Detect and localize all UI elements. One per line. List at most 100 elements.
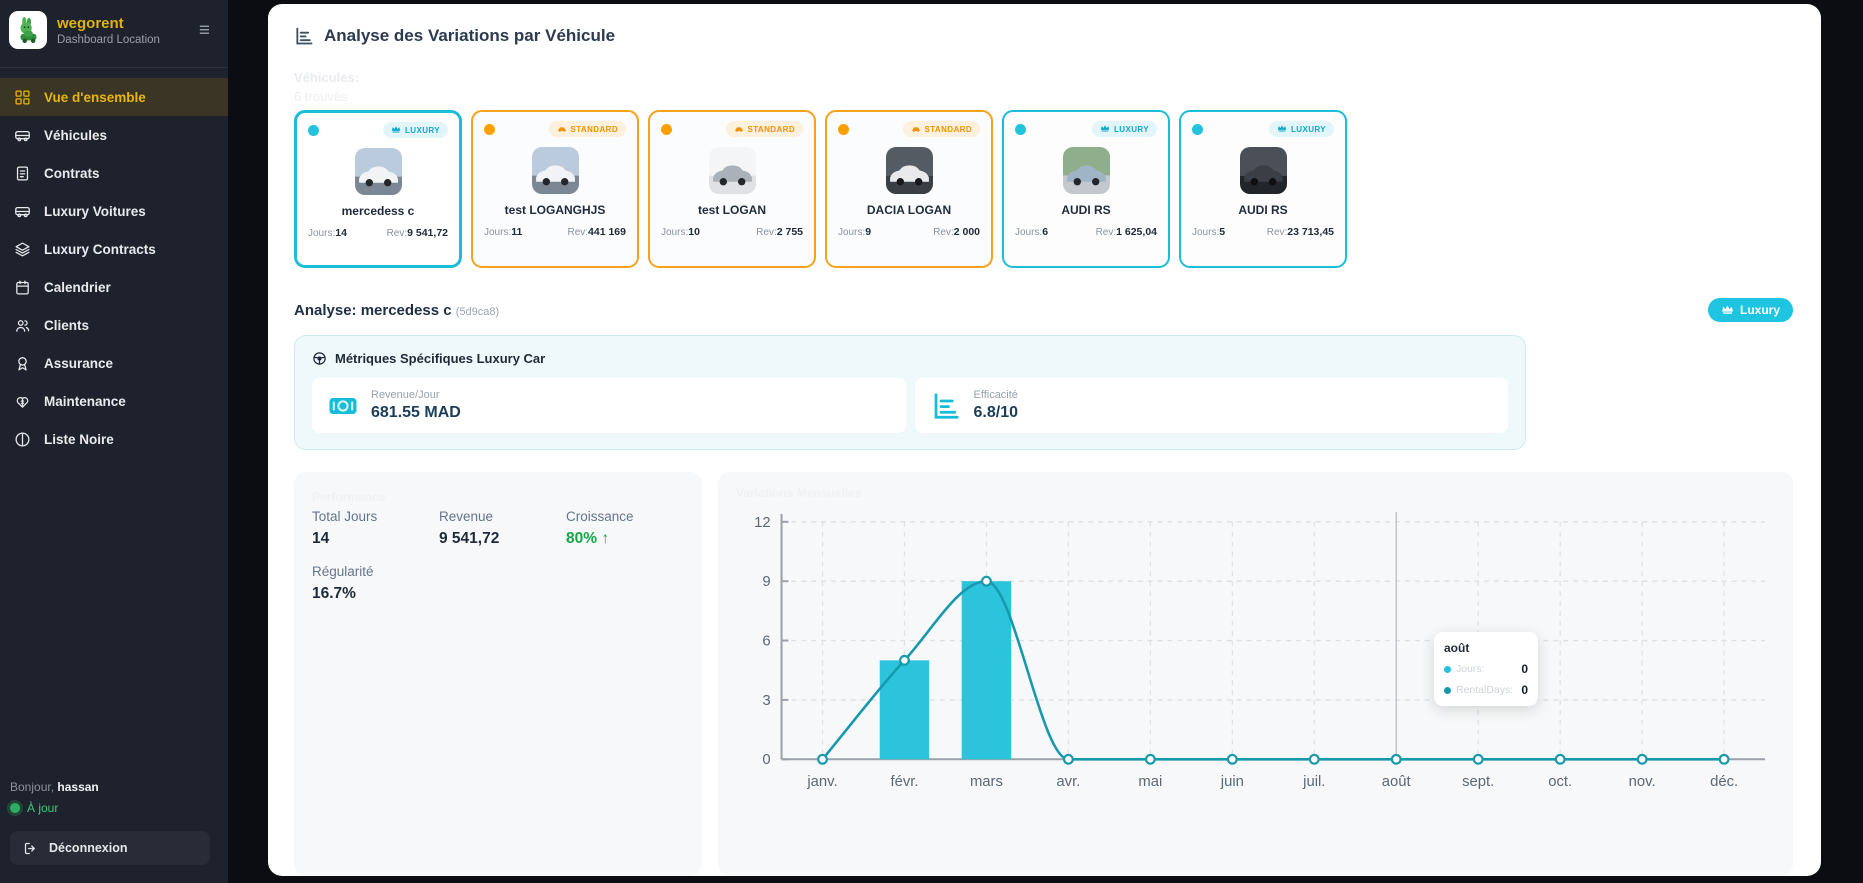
- x-tick-label: nov.: [1629, 774, 1656, 790]
- vehicle-image: [355, 148, 402, 195]
- vehicles-label: Véhicules:: [294, 70, 1793, 85]
- svg-text:12: 12: [754, 515, 771, 531]
- crown-icon: [1277, 124, 1287, 134]
- chart-point: [1228, 755, 1237, 764]
- variations-chart-panel: Variations Mensuelles 036912janv.févr.ma…: [718, 472, 1793, 876]
- vehicle-card[interactable]: STANDARD DACIA LOGAN Jours:9 Rev:2 000: [825, 110, 993, 268]
- vehicle-image: [532, 147, 579, 194]
- vehicle-card[interactable]: LUXURY AUDI RS Jours:5 Rev:23 713,45: [1179, 110, 1347, 268]
- status-dot-icon: [1192, 124, 1203, 135]
- performance-stat: Total Jours14: [312, 509, 439, 548]
- brand-name: wegorent: [57, 15, 183, 32]
- tooltip-month: août: [1444, 641, 1528, 655]
- sidebar-item-maintenance[interactable]: Maintenance: [0, 382, 228, 420]
- chart-point: [982, 577, 991, 586]
- chart-point: [1392, 755, 1401, 764]
- vehicle-image: [886, 147, 933, 194]
- chart-tooltip: août Jours: 0 RentalDays: 0: [1434, 632, 1538, 706]
- vehicle-stats: Jours:9 Rev:2 000: [838, 226, 980, 238]
- sidebar-item-calendrier[interactable]: Calendrier: [0, 268, 228, 306]
- sidebar-item-luxury-contracts[interactable]: Luxury Contracts: [0, 230, 228, 268]
- metrics-title: Métriques Spécifiques Luxury Car: [335, 351, 545, 366]
- sidebar-item-label: Maintenance: [44, 394, 126, 409]
- vehicle-photo: [532, 147, 579, 194]
- status-dot-icon: [1015, 124, 1026, 135]
- sync-status-icon: [10, 803, 20, 813]
- chart-point: [1556, 755, 1565, 764]
- analysis-title: Analyse: mercedess c (5d9ca8): [294, 302, 499, 319]
- vehicle-photo: [1063, 147, 1110, 194]
- status-dot-icon: [661, 124, 672, 135]
- divider: [0, 67, 228, 68]
- vehicle-name: DACIA LOGAN: [838, 203, 980, 217]
- metric-label: Efficacité: [974, 389, 1018, 401]
- chart-point: [1310, 755, 1319, 764]
- vehicle-cards-row: LUXURY mercedess c Jours:14 Rev:9 541,72: [294, 110, 1793, 268]
- chart-point: [1064, 755, 1073, 764]
- vehicle-name: test LOGANGHJS: [484, 203, 626, 217]
- series-dot-icon: [1444, 687, 1451, 694]
- vehicle-photo: [355, 148, 402, 195]
- sidebar-item-contrats[interactable]: Contrats: [0, 154, 228, 192]
- series-dot-icon: [1444, 666, 1451, 673]
- metric-card-revenue: Revenue/Jour 681.55 MAD: [312, 378, 906, 433]
- vehicle-image: [1063, 147, 1110, 194]
- tier-badge: STANDARD: [903, 121, 981, 137]
- luxury-badge: Luxury: [1708, 298, 1793, 322]
- vehicle-card[interactable]: LUXURY mercedess c Jours:14 Rev:9 541,72: [294, 110, 462, 268]
- car-icon: [734, 124, 744, 134]
- sidebar-item-label: Liste Noire: [44, 432, 114, 447]
- sidebar-item-label: Luxury Contracts: [44, 242, 156, 257]
- sidebar-item-liste-noire[interactable]: Liste Noire: [0, 420, 228, 458]
- sidebar-item-assurance[interactable]: Assurance: [0, 344, 228, 382]
- vehicle-photo: [886, 147, 933, 194]
- vehicle-card[interactable]: LUXURY AUDI RS Jours:6 Rev:1 625,04: [1002, 110, 1170, 268]
- grid-icon: [14, 89, 31, 106]
- chart-point: [1638, 755, 1647, 764]
- vehicle-stats: Jours:11 Rev:441 169: [484, 226, 626, 238]
- tier-badge: STANDARD: [549, 121, 627, 137]
- money-icon: [328, 391, 358, 421]
- contract-icon: [14, 165, 31, 182]
- chart-point: [818, 755, 827, 764]
- stat-value: 9 541,72: [439, 530, 566, 548]
- svg-text:6: 6: [762, 633, 770, 649]
- sidebar-item-clients[interactable]: Clients: [0, 306, 228, 344]
- sidebar-footer: Bonjour, hassan À jour Déconnexion: [0, 768, 228, 883]
- car-icon: [557, 124, 567, 134]
- tooltip-label: Jours:: [1456, 663, 1516, 675]
- vehicle-stats: Jours:10 Rev:2 755: [661, 226, 803, 238]
- sidebar-item-label: Clients: [44, 318, 89, 333]
- x-tick-label: mars: [970, 774, 1003, 790]
- page-title: Analyse des Variations par Véhicule: [324, 26, 615, 46]
- sidebar-item-v-hicules[interactable]: Véhicules: [0, 116, 228, 154]
- vehicle-card[interactable]: STANDARD test LOGAN Jours:10 Rev:2 755: [648, 110, 816, 268]
- chart-point: [1146, 755, 1155, 764]
- stat-value: 80% ↑: [566, 530, 684, 548]
- logout-button[interactable]: Déconnexion: [10, 831, 210, 865]
- sidebar-item-luxury-voitures[interactable]: Luxury Voitures: [0, 192, 228, 230]
- vehicle-card[interactable]: STANDARD test LOGANGHJS Jours:11 Rev:441…: [471, 110, 639, 268]
- tier-badge: STANDARD: [726, 121, 804, 137]
- vehicle-stats: Jours:5 Rev:23 713,45: [1192, 226, 1334, 238]
- vehicle-name: mercedess c: [308, 204, 448, 218]
- performance-stat: Revenue9 541,72: [439, 509, 566, 548]
- crown-icon: [391, 125, 401, 135]
- sidebar-item-label: Véhicules: [44, 128, 107, 143]
- logout-icon: [23, 841, 38, 856]
- vehicle-name: AUDI RS: [1192, 203, 1334, 217]
- chart-point: [1474, 755, 1483, 764]
- vehicle-stats: Jours:14 Rev:9 541,72: [308, 227, 448, 239]
- brand-subtitle: Dashboard Location: [57, 34, 183, 46]
- chart-bar: [962, 581, 1011, 759]
- sidebar-item-label: Vue d'ensemble: [44, 90, 146, 105]
- stat-label: Régularité: [312, 564, 439, 579]
- stat-label: Croissance: [566, 509, 684, 524]
- variations-chart: 036912janv.févr.marsavr.maijuinjuil.août…: [736, 504, 1775, 797]
- car-icon: [911, 124, 921, 134]
- x-tick-label: oct.: [1548, 774, 1572, 790]
- slash-circle-icon: [14, 431, 31, 448]
- sidebar-item-vue-d-ensemble[interactable]: Vue d'ensemble: [0, 78, 228, 116]
- trend-up-arrow-icon: ↑: [601, 530, 609, 547]
- hamburger-menu-icon[interactable]: ≡: [193, 19, 216, 42]
